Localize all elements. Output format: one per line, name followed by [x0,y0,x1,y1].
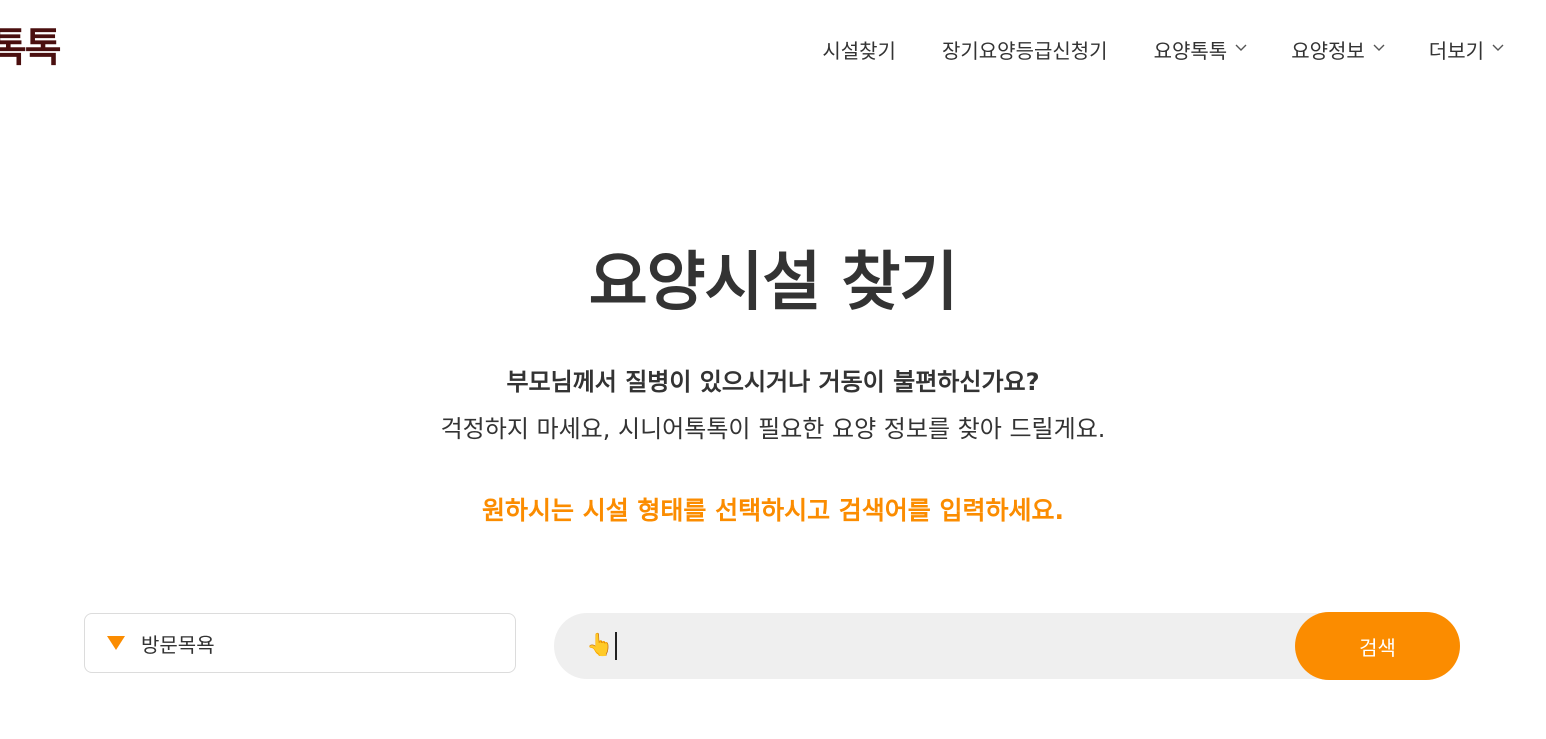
pointing-hand-icon: 👆 [586,633,614,658]
search-button[interactable]: 검색 [1295,612,1460,680]
page: 톡톡 시설찾기 장기요양등급신청기 요양톡톡 요양정보 더보기 요양시설 찾기 [0,0,1546,739]
nav-item-care-info[interactable]: 요양정보 [1291,35,1385,64]
nav-item-more[interactable]: 더보기 [1428,35,1504,64]
chevron-down-icon [1235,42,1247,52]
facility-type-value: 방문목욕 [141,632,215,657]
main-nav: 시설찾기 장기요양등급신청기 요양톡톡 요양정보 더보기 [822,30,1504,68]
hero-question: 부모님께서 질병이 있으시거나 거동이 불편하신가요? [506,368,1040,396]
nav-item-label: 요양톡톡 [1153,38,1228,63]
search-instruction: 원하시는 시설 형태를 선택하시고 검색어를 입력하세요. [481,496,1065,525]
facility-type-select[interactable]: 방문목욕 [84,613,516,673]
dropdown-triangle-icon [107,636,125,650]
nav-item-care-talk[interactable]: 요양톡톡 [1153,35,1247,64]
hero-description: 걱정하지 마세요, 시니어톡톡이 필요한 요양 정보를 찾아 드릴게요. [440,415,1106,443]
nav-item-label: 더보기 [1428,38,1484,63]
nav-item-label: 요양정보 [1291,38,1365,63]
nav-item-label: 시설찾기 [822,38,896,63]
nav-item-label: 장기요양등급신청기 [941,38,1108,63]
page-title: 요양시설 찾기 [588,246,959,320]
search-input[interactable] [615,632,1222,660]
site-logo[interactable]: 톡톡 [0,22,62,74]
nav-item-facility-search[interactable]: 시설찾기 [822,35,896,64]
chevron-down-icon [1373,42,1385,52]
chevron-down-icon [1492,42,1504,52]
nav-item-grade-application[interactable]: 장기요양등급신청기 [942,35,1108,64]
